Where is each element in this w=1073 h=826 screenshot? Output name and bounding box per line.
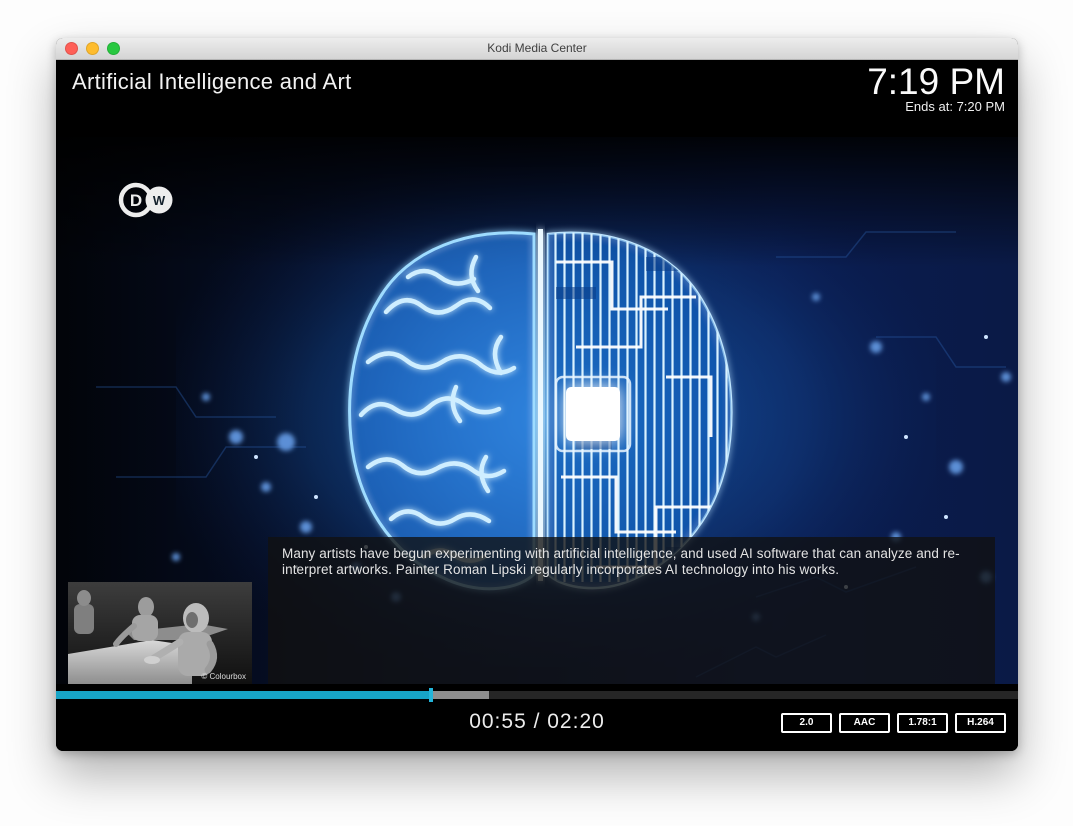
video-codec-badge: H.264 [955,713,1006,733]
progress-fill [56,691,431,699]
stream-flags: 2.0 AAC 1.78:1 H.264 [781,713,1006,733]
preview-thumbnail: © Colourbox [68,582,252,684]
osd-top-band: Artificial Intelligence and Art 7:19 PM … [56,60,1018,137]
dw-channel-logo-icon: D W [114,175,176,225]
aspect-ratio-badge: 1.78:1 [897,713,948,733]
clock: 7:19 PM [867,62,1005,102]
kodi-window: Kodi Media Center Artificial Intelligenc… [56,38,1018,751]
seek-bar[interactable] [56,691,1018,699]
audio-codec-badge: AAC [839,713,890,733]
close-button[interactable] [65,42,78,55]
video-title: Artificial Intelligence and Art [72,69,352,95]
player-bottom-bar: 00:55 / 02:20 2.0 AAC 1.78:1 H.264 [56,684,1018,751]
thumbnail-watermark: © Colourbox [201,672,246,681]
video-canvas[interactable]: D W Many artists have begun experimentin… [56,137,1018,684]
description-panel: Many artists have begun experimenting wi… [268,537,995,684]
audio-channels-badge: 2.0 [781,713,832,733]
dw-logo-d: D [130,191,142,210]
description-text: Many artists have begun experimenting wi… [282,546,981,578]
clock-block: 7:19 PM Ends at: 7:20 PM [867,62,1005,113]
minimize-button[interactable] [86,42,99,55]
playhead[interactable] [429,688,433,702]
window-title: Kodi Media Center [56,38,1018,59]
zoom-button[interactable] [107,42,120,55]
dw-logo-w: W [153,193,166,208]
titlebar: Kodi Media Center [56,38,1018,60]
time-display: 00:55 / 02:20 [469,710,605,734]
